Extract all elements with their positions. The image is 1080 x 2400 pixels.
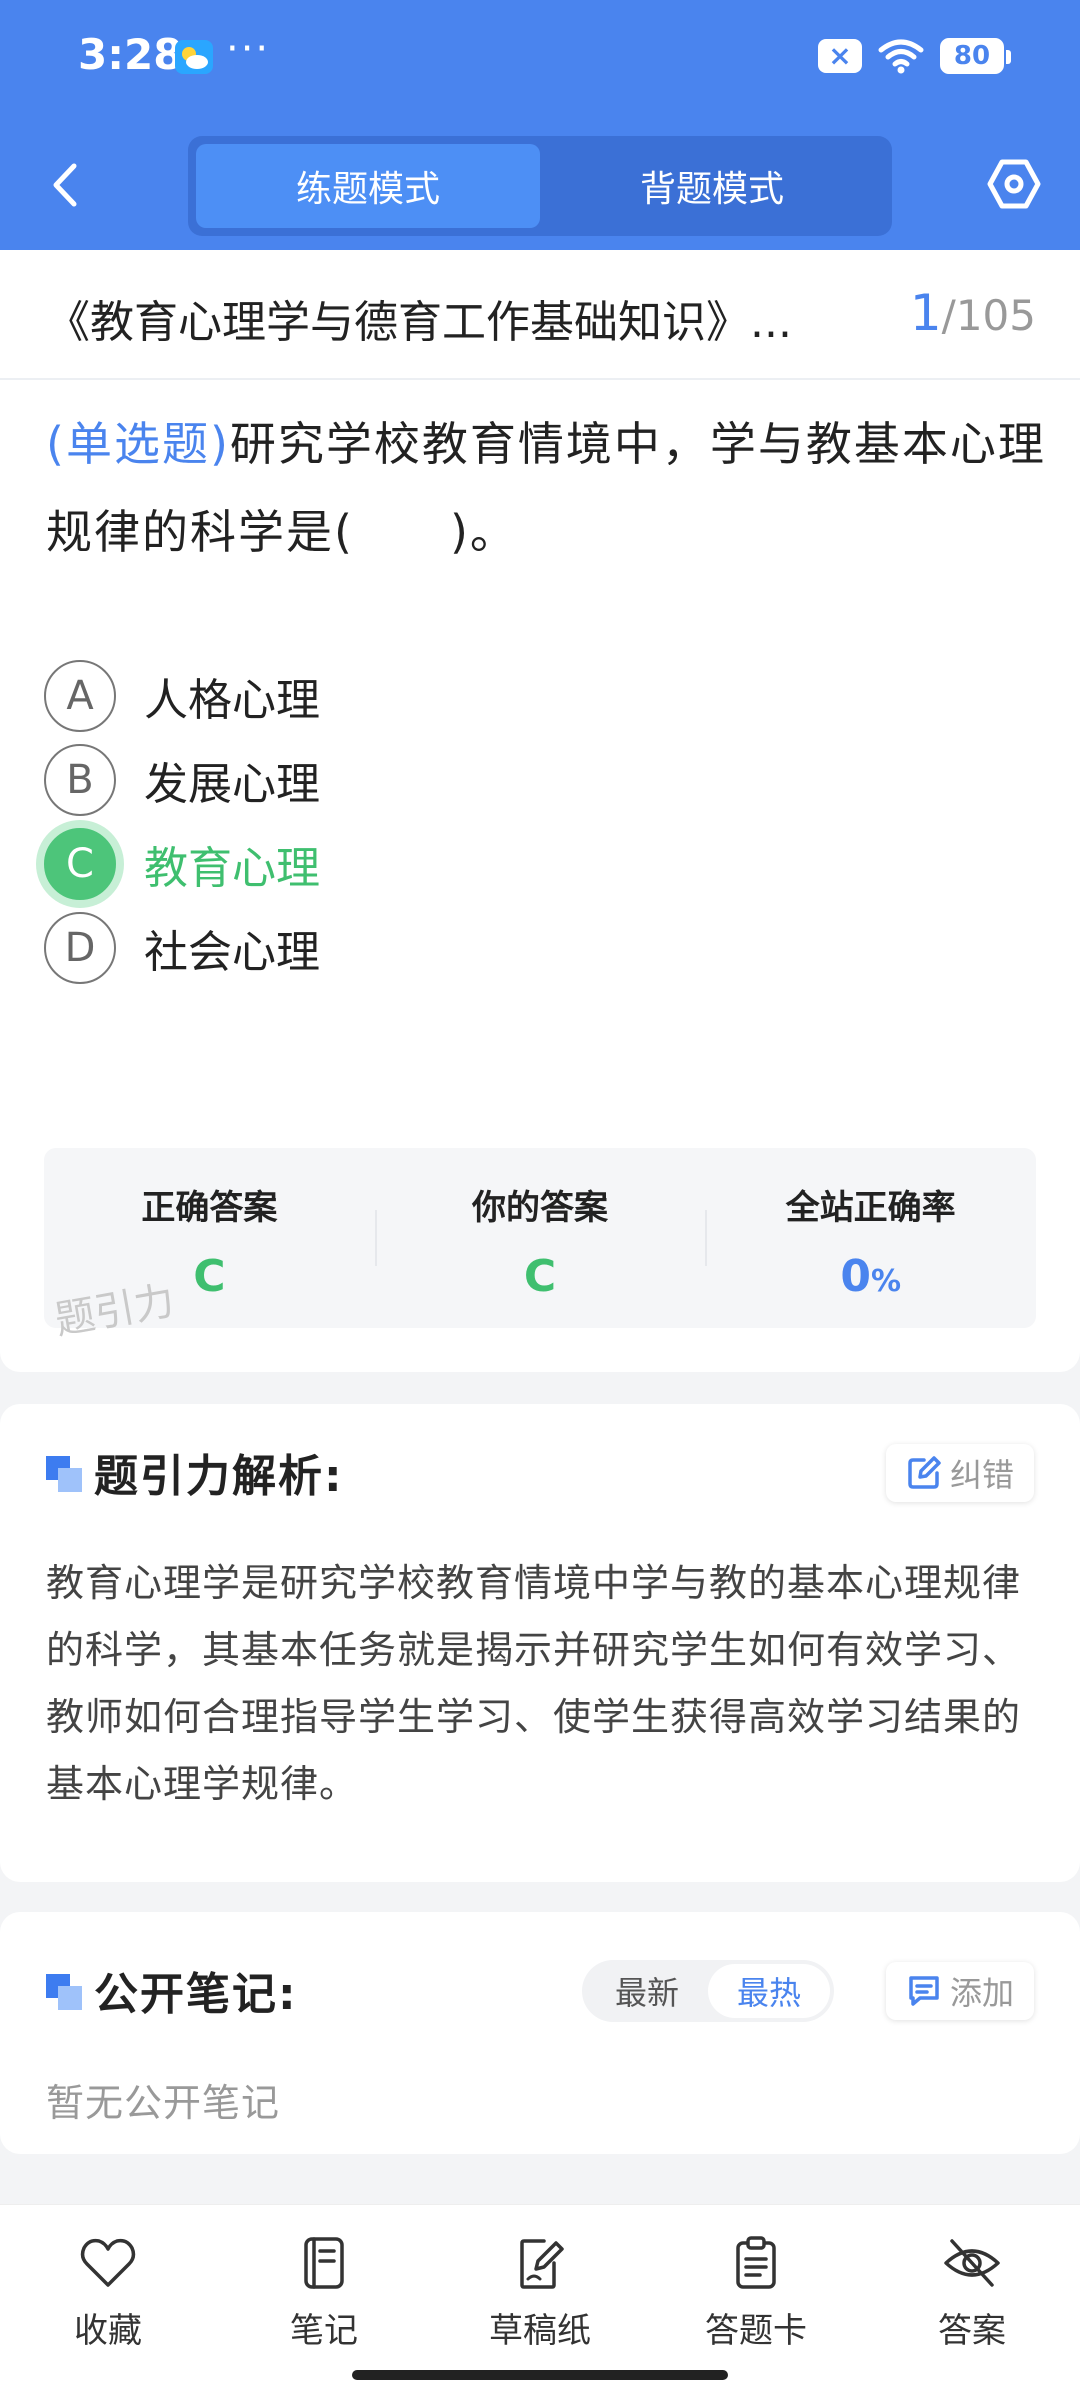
mode-switch: 练题模式 背题模式 [188, 136, 892, 236]
correct-answer-label: 正确答案 [141, 1188, 278, 1228]
favorite-label: 收藏 [74, 2311, 142, 2351]
question-counter[interactable]: 1/105 [910, 284, 1036, 342]
section-square-icon [46, 1974, 84, 2012]
eye-off-icon [944, 2239, 1000, 2287]
analysis-card: 题引力解析: 纠错 教育心理学是研究学校教育情境中学与教的基本心理规律的科学，其… [0, 1404, 1080, 1882]
top-header: 3:28 ··· × 80 练题模式 背题模式 [0, 0, 1080, 250]
notification-x-icon: × [818, 39, 862, 73]
report-error-label: 纠错 [949, 1456, 1014, 1494]
book-title-row: 《教育心理学与德育工作基础知识》... 1/105 [0, 250, 1080, 380]
battery-icon: 80 [940, 38, 1011, 74]
your-answer-value: C [523, 1251, 557, 1302]
status-bar: 3:28 ··· × 80 [0, 0, 1080, 118]
option-c[interactable]: C 教育心理 [44, 826, 320, 902]
question-stem: (单选题)研究学校教育情境中，学与教基本心理规律的科学是( )。 [46, 400, 1046, 576]
answer-toggle-label: 答案 [938, 2311, 1006, 2351]
site-accuracy-value: 0% [705, 1251, 1036, 1302]
draft-paper-label: 草稿纸 [489, 2311, 591, 2351]
draft-paper-icon [520, 2239, 564, 2289]
option-b[interactable]: B 发展心理 [44, 742, 320, 818]
option-letter: C [44, 828, 116, 900]
analysis-text: 教育心理学是研究学校教育情境中学与教的基本心理规律的科学，其基本任务就是揭示并研… [46, 1561, 1022, 1806]
option-a[interactable]: A 人格心理 [44, 658, 320, 734]
book-title: 《教育心理学与德育工作基础知识》... [46, 297, 792, 348]
tab-memorize-mode[interactable]: 背题模式 [540, 144, 884, 228]
sort-newest[interactable]: 最新 [586, 1964, 708, 2018]
option-letter: D [44, 912, 116, 984]
report-error-button[interactable]: 纠错 [885, 1444, 1034, 1502]
home-indicator[interactable] [352, 2370, 728, 2380]
option-text: 社会心理 [144, 927, 320, 978]
accuracy-number: 0 [840, 1251, 871, 1302]
settings-button[interactable] [986, 156, 1042, 212]
status-more-dots: ··· [226, 26, 271, 72]
answer-toggle-button[interactable]: 答案 [864, 2205, 1080, 2400]
weather-icon [175, 40, 213, 74]
favorite-button[interactable]: 收藏 [0, 2205, 216, 2400]
section-square-icon [46, 1456, 84, 1494]
analysis-title: 题引力解析: [94, 1451, 344, 1502]
current-question-number: 1 [909, 284, 942, 342]
answer-card-icon [736, 2236, 776, 2289]
add-note-label: 添加 [949, 1974, 1014, 2012]
option-text: 教育心理 [144, 843, 320, 894]
answer-card-label: 答题卡 [705, 2311, 807, 2351]
option-letter: B [44, 744, 116, 816]
status-time: 3:28 [78, 30, 183, 79]
accuracy-unit: % [870, 1264, 902, 1299]
notebook-icon [304, 2237, 344, 2289]
public-notes-card: 公开笔记: 最新 最热 添加 暂无公开笔记 [0, 1912, 1080, 2154]
your-answer: 你的答案 C [374, 1148, 706, 1328]
notes-sort-toggle: 最新 最热 [582, 1960, 834, 2022]
empty-notes-message: 暂无公开笔记 [46, 2081, 281, 2125]
add-note-button[interactable]: 添加 [885, 1962, 1034, 2020]
option-letter: A [44, 660, 116, 732]
notes-title: 公开笔记: [94, 1969, 298, 2020]
option-text: 发展心理 [144, 759, 320, 810]
notes-label: 笔记 [290, 2311, 358, 2351]
sort-hottest[interactable]: 最热 [708, 1964, 830, 2018]
chevron-left-icon [53, 163, 77, 207]
total-questions: /105 [941, 291, 1036, 340]
heart-icon [80, 2238, 136, 2287]
status-right-icons: × 80 [818, 38, 1011, 74]
wifi-icon [878, 39, 924, 74]
settings-hexagon-icon [987, 159, 1041, 209]
correct-answer: 正确答案 C 题引力 [44, 1148, 375, 1344]
tab-practice-mode[interactable]: 练题模式 [196, 144, 540, 228]
edit-icon [908, 1456, 941, 1489]
site-accuracy-label: 全站正确率 [785, 1188, 956, 1228]
site-accuracy: 全站正确率 0% [705, 1148, 1036, 1328]
option-d[interactable]: D 社会心理 [44, 910, 320, 986]
comment-icon [909, 1976, 939, 2006]
your-answer-label: 你的答案 [472, 1188, 608, 1228]
question-type: (单选题) [46, 417, 230, 471]
option-text: 人格心理 [144, 675, 320, 726]
question-card: (单选题)研究学校教育情境中，学与教基本心理规律的科学是( )。 A 人格心理 … [0, 380, 1080, 1372]
answer-summary: 正确答案 C 题引力 你的答案 C 全站正确率 0% [44, 1148, 1036, 1344]
back-button[interactable] [40, 150, 90, 220]
